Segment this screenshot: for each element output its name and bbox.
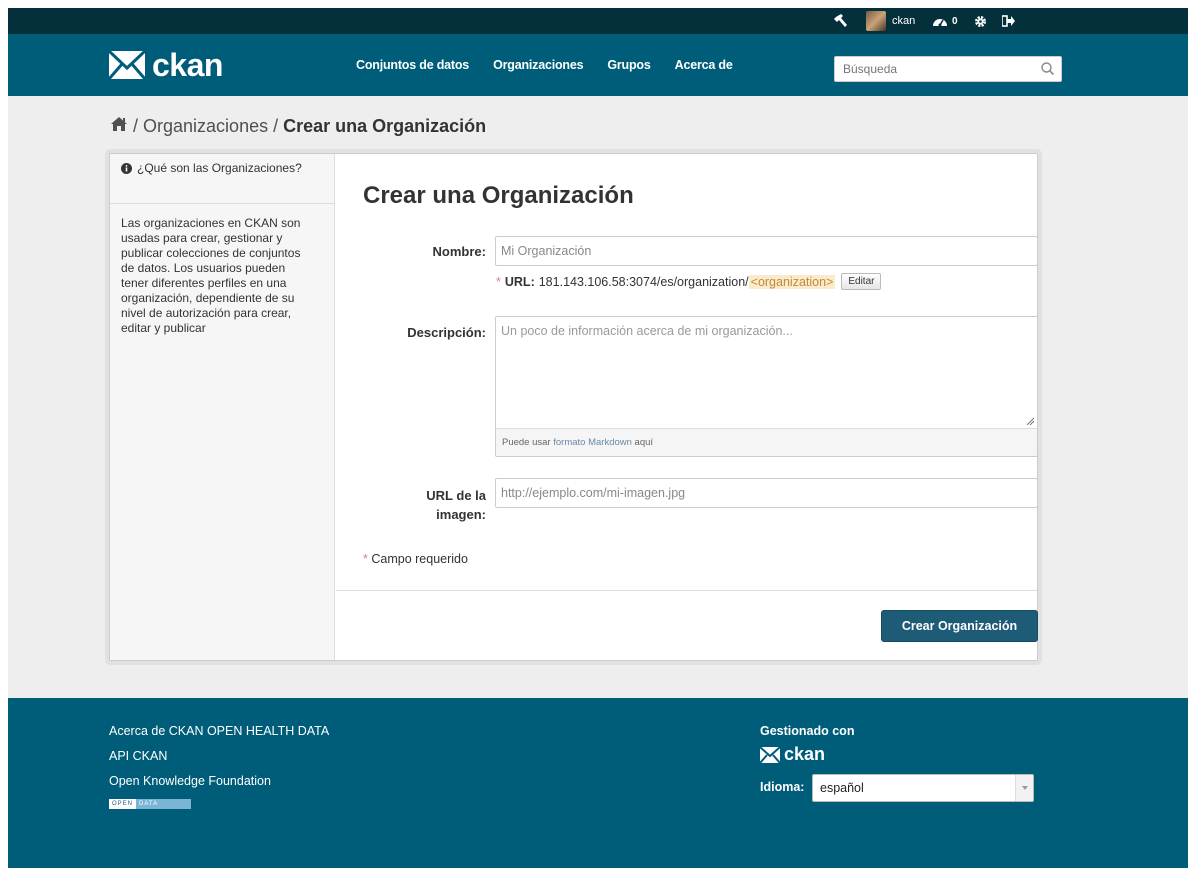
image-url-label-line2: imagen: [436, 507, 486, 522]
activity-stream-link[interactable]: 0 [932, 8, 958, 34]
markdown-help-prefix: Puede usar [502, 437, 551, 448]
masthead: ckan Conjuntos de datos Organizaciones G… [8, 34, 1188, 96]
logo-text: ckan [152, 47, 223, 83]
image-url-field[interactable]: http://ejemplo.com/mi-imagen.jpg [495, 478, 1038, 508]
main-nav: Conjuntos de datos Organizaciones Grupos… [356, 34, 757, 96]
required-note-text: Campo requerido [371, 552, 468, 566]
footer-link-api[interactable]: API CKAN [109, 749, 329, 764]
url-label: URL: [504, 274, 535, 289]
resize-handle-icon[interactable] [1026, 417, 1034, 425]
organization-form: Crear una Organización Nombre: Mi Organi… [336, 154, 1038, 660]
language-value: español [820, 781, 864, 795]
content-wrapper: ¿Qué son las Organizaciones? Las organiz… [109, 153, 1038, 661]
language-select[interactable]: español [812, 774, 1034, 802]
username: ckan [892, 15, 916, 27]
info-icon [121, 163, 132, 177]
page: ckan 0 ckan Conjuntos de datos Organizac… [8, 8, 1188, 868]
nav-organizations[interactable]: Organizaciones [493, 58, 583, 72]
form-actions: Crear Organización [336, 590, 1038, 660]
envelope-logo-icon [108, 50, 146, 80]
footer-ckan-logo[interactable]: ckan [760, 744, 825, 765]
activity-count-badge: 0 [952, 15, 958, 27]
breadcrumb-current[interactable]: Crear una Organización [283, 116, 486, 137]
nav-datasets[interactable]: Conjuntos de datos [356, 58, 469, 72]
required-note: * Campo requerido [363, 552, 468, 566]
avatar [866, 11, 886, 31]
ckan-logo[interactable]: ckan [108, 48, 223, 82]
logout-icon[interactable] [1002, 8, 1015, 34]
description-placeholder: Un poco de información acerca de mi orga… [501, 324, 793, 338]
markdown-help-link[interactable]: formato Markdown [553, 437, 632, 448]
description-textarea[interactable]: Un poco de información acerca de mi orga… [496, 317, 1037, 429]
name-field[interactable]: Mi Organización [495, 236, 1038, 266]
settings-gear-icon[interactable] [974, 8, 987, 34]
description-label: Descripción: [407, 325, 486, 340]
chevron-down-icon[interactable] [1015, 775, 1033, 801]
footer-link-okf[interactable]: Open Knowledge Foundation [109, 774, 329, 789]
image-url-label: URL de la imagen: [366, 486, 486, 524]
footer-logo-text: ckan [784, 744, 826, 764]
sidebar-heading: ¿Qué son las Organizaciones? [110, 154, 334, 204]
open-data-badge-open: OPEN [109, 799, 137, 809]
sysadmin-hammer-icon[interactable] [834, 8, 848, 34]
envelope-logo-icon [760, 746, 780, 763]
sidebar-description: Las organizaciones en CKAN son usadas pa… [121, 216, 301, 335]
breadcrumb: / Organizaciones / Crear una Organizació… [110, 114, 486, 138]
markdown-help-suffix: aquí [634, 437, 654, 448]
sidebar: ¿Qué son las Organizaciones? Las organiz… [110, 154, 335, 660]
page-title: Crear una Organización [363, 182, 634, 209]
managed-by-label: Gestionado con [760, 724, 855, 738]
breadcrumb-organizations[interactable]: Organizaciones [143, 116, 268, 137]
required-marker: * [363, 552, 368, 566]
home-icon[interactable] [110, 116, 128, 137]
breadcrumb-separator: / [273, 115, 279, 136]
footer-link-about[interactable]: Acerca de CKAN OPEN HEALTH DATA [109, 724, 329, 739]
edit-url-button[interactable]: Editar [841, 273, 882, 290]
open-data-badge[interactable]: OPEN DATA [109, 799, 191, 809]
account-bar: ckan 0 [8, 8, 1188, 34]
markdown-help: Puede usar formato Markdown aquí [496, 429, 1037, 456]
name-label: Nombre: [432, 244, 486, 259]
search-icon[interactable] [1039, 60, 1057, 78]
nav-groups[interactable]: Grupos [607, 58, 650, 72]
open-data-badge-data: DATA [136, 799, 191, 809]
search-input[interactable] [835, 57, 1035, 81]
nav-about[interactable]: Acerca de [675, 58, 733, 72]
url-slug: <organization> [748, 274, 836, 289]
create-organization-button[interactable]: Crear Organización [881, 610, 1038, 642]
breadcrumb-separator: / [133, 115, 139, 136]
search-box [834, 56, 1062, 82]
image-url-label-line1: URL de la [426, 488, 486, 503]
site-footer: Acerca de CKAN OPEN HEALTH DATA API CKAN… [8, 698, 1188, 868]
language-label: Idioma: [760, 780, 805, 794]
description-field-wrapper: Un poco de información acerca de mi orga… [495, 316, 1038, 457]
url-preview: * URL: 181.143.106.58:3074/es/organizati… [496, 273, 882, 290]
footer-links: Acerca de CKAN OPEN HEALTH DATA API CKAN… [109, 724, 329, 809]
user-profile-link[interactable]: ckan [866, 8, 915, 34]
required-marker: * [496, 274, 501, 289]
url-prefix: 181.143.106.58:3074/es/organization/ [538, 274, 749, 289]
sidebar-title: ¿Qué son las Organizaciones? [137, 161, 302, 175]
dashboard-icon [933, 19, 947, 27]
